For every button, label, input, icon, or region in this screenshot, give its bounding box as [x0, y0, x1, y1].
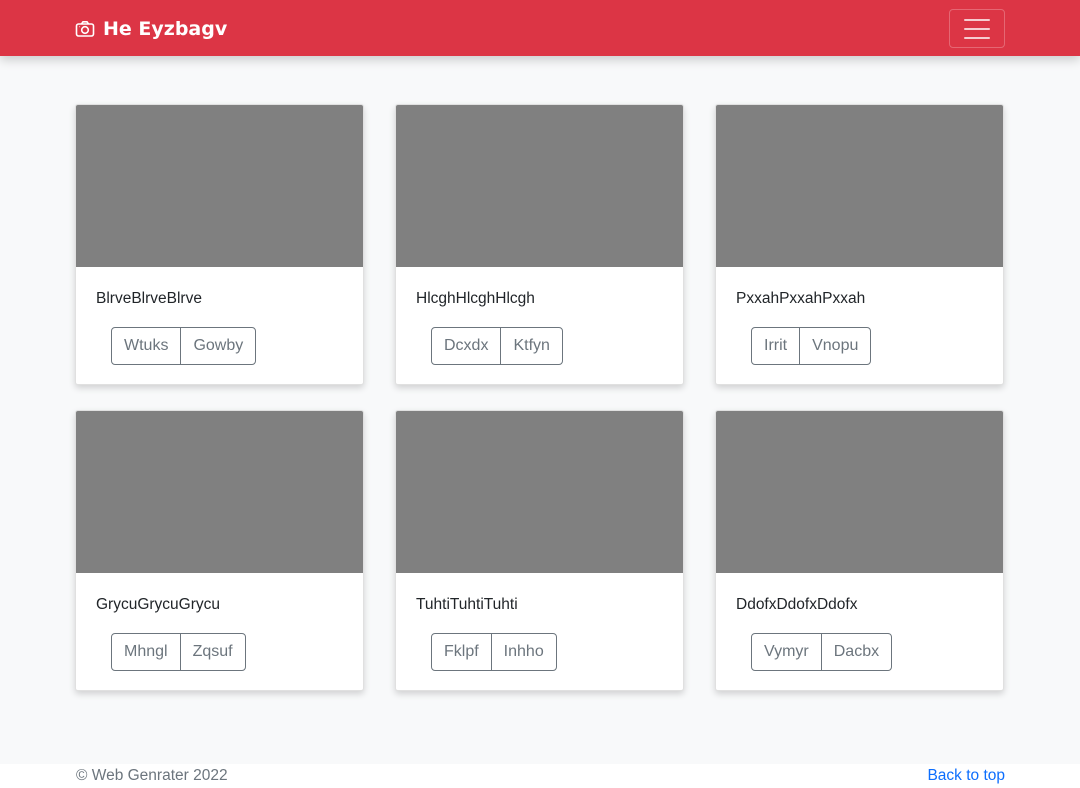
- brand-title: He Eyzbagv: [103, 18, 228, 40]
- card-text: BlrveBlrveBlrve: [96, 290, 202, 307]
- hamburger-menu-icon: [964, 18, 990, 21]
- card-image-placeholder: [76, 411, 363, 573]
- card-button-group: Mhngl Zqsuf: [111, 633, 246, 671]
- footer: © Web Genrater 2022 Back to top: [0, 764, 1080, 788]
- card-image-placeholder: [396, 411, 683, 573]
- card-image-placeholder: [716, 105, 1003, 267]
- card-image-placeholder: [716, 411, 1003, 573]
- card-text: GrycuGrycuGrycu: [96, 596, 221, 613]
- card-button-group: Irrit Vnopu: [751, 327, 872, 365]
- card-button-group: Vymyr Dacbx: [751, 633, 893, 671]
- album-card: DdofxDdofxDdofx Vymyr Dacbx: [715, 410, 1004, 691]
- card-button-group: Dcxdx Ktfyn: [431, 327, 563, 365]
- card-button-group: Wtuks Gowby: [111, 327, 257, 365]
- card-button[interactable]: Irrit: [751, 327, 801, 365]
- card-text: TuhtiTuhtiTuhti: [416, 596, 518, 613]
- card-button[interactable]: Zqsuf: [179, 633, 246, 671]
- card-button[interactable]: Wtuks: [111, 327, 182, 365]
- camera-icon: [75, 19, 95, 39]
- card-button[interactable]: Mhngl: [111, 633, 181, 671]
- card-button[interactable]: Gowby: [180, 327, 257, 365]
- card-button[interactable]: Fklpf: [431, 633, 492, 671]
- brand-link[interactable]: He Eyzbagv: [75, 16, 227, 42]
- card-text: PxxahPxxahPxxah: [736, 290, 866, 307]
- card-button[interactable]: Ktfyn: [500, 327, 563, 365]
- navbar: He Eyzbagv: [0, 0, 1080, 56]
- back-to-top-link[interactable]: Back to top: [927, 767, 1005, 785]
- card-button[interactable]: Vymyr: [751, 633, 822, 671]
- album-card: BlrveBlrveBlrve Wtuks Gowby: [75, 104, 364, 385]
- card-text: HlcghHlcghHlcgh: [416, 290, 535, 307]
- album-card: TuhtiTuhtiTuhti Fklpf Inhho: [395, 410, 684, 691]
- card-button[interactable]: Vnopu: [799, 327, 872, 365]
- card-button[interactable]: Dcxdx: [431, 327, 502, 365]
- navbar-toggler-button[interactable]: [949, 9, 1005, 48]
- card-image-placeholder: [76, 105, 363, 267]
- card-button[interactable]: Dacbx: [820, 633, 893, 671]
- album-card: HlcghHlcghHlcgh Dcxdx Ktfyn: [395, 104, 684, 385]
- album-card: PxxahPxxahPxxah Irrit Vnopu: [715, 104, 1004, 385]
- card-text: DdofxDdofxDdofx: [736, 596, 858, 613]
- card-button[interactable]: Inhho: [490, 633, 557, 671]
- copyright-text: © Web Genrater 2022: [76, 767, 228, 784]
- card-button-group: Fklpf Inhho: [431, 633, 557, 671]
- album-card: GrycuGrycuGrycu Mhngl Zqsuf: [75, 410, 364, 691]
- card-image-placeholder: [396, 105, 683, 267]
